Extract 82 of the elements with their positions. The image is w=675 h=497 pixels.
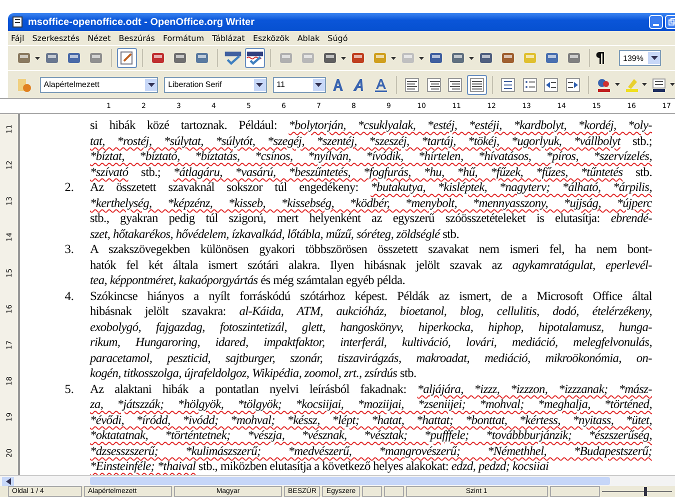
paint-color-icon [596, 76, 612, 92]
dropdown-arrow-icon[interactable] [341, 56, 346, 60]
dropdown-arrow-icon [650, 56, 658, 60]
align-lines-icon [469, 76, 486, 92]
paragraph-style-dropdown[interactable]: Alapértelmezett [40, 76, 158, 92]
dropdown-arrow-icon[interactable] [614, 83, 620, 86]
auto-spellcheck-button[interactable] [245, 48, 265, 68]
align-lines-icon [447, 76, 464, 92]
menu-item[interactable]: Táblázat [212, 34, 245, 42]
menu-item[interactable]: Ablak [297, 34, 320, 42]
dropdown-arrow-icon[interactable] [642, 83, 648, 86]
list-number: 4. [64, 288, 74, 304]
indent-icon [565, 76, 582, 92]
align-button[interactable] [467, 74, 488, 94]
zoom-dropdown[interactable]: 139% [619, 50, 661, 66]
window-title: msoffice-openoffice.odt - OpenOffice.org Writer [28, 16, 254, 28]
dropdown-arrow-icon [256, 82, 264, 86]
text-line: A szakszövegekben különösen gyakori többszörösen összetett szavakat nem ismeri fel, ha nem bont- [90, 242, 652, 258]
status-bar-panel [384, 486, 404, 497]
underlined-a-icon [373, 76, 390, 92]
dropdown-arrow-icon[interactable] [35, 56, 40, 60]
text-line: hibásnak jelölt szavakra: al-Káida, ATM, aukcióház, bioetanol, blog, cellulitis, dodó, ételérzékeny, [90, 304, 652, 320]
text-line: Az összetett szavaknál sokszor túl engedékeny: *butakutya, *kisléptek, *nagyterv; *álható, *árpilis, [90, 180, 652, 196]
document-icon [12, 16, 24, 28]
pilcrow-icon[interactable] [595, 51, 605, 65]
minimize-button[interactable] [649, 15, 663, 29]
text-line: szet, hőtakarékos, hővédelem, ízkavalkád, lőtábla, műzű, sóréteg, zöldséglé stb. [90, 226, 460, 242]
horizontal-scrollbar[interactable] [0, 475, 675, 486]
text-line: *oktatatnak, *történtetnek; *vészja, *vésznak, *vésztak; *pufffele; *továbbburjánzik; *észszerűség, [90, 428, 652, 444]
menu-item[interactable]: Nézet [88, 34, 111, 42]
pencil-page-icon [119, 50, 135, 66]
align-lines-icon [426, 76, 442, 92]
page-fill-icon [651, 76, 668, 92]
styles-icon [16, 76, 32, 92]
text-line: *szívató stb.; *átlagáru, *vasárú, *beszűntetés, *fogfurás, *hu, *hű, *fűzek, *fűzes, *tűntetés stb. [90, 164, 652, 180]
text-line: Az alaktani hibák a pontatlan nyelvi leírásból fakadnak: *aljájára, *izzz, *izzzon, *izzzanak; *mász- [90, 382, 652, 397]
menu-item[interactable]: Súgó [328, 34, 348, 42]
dropdown-arrow-icon[interactable] [419, 56, 424, 60]
dropdown-arrow-icon [148, 82, 155, 86]
text-line: stb., gyakran pedig túl szigorú, mert helyenként az egyszerű szóösszetételeket is elutasítja: ebrendé- [90, 211, 652, 226]
menu-item[interactable]: Formátum [162, 34, 204, 42]
font-name-dropdown[interactable]: Liberation Serif [164, 76, 267, 92]
text-line: *kerthelység, *képzénz, *kisseb, *kissebség, *ködbér, *menybolt, *mennyasszony, *ujjság, *újperc [90, 196, 652, 211]
status-bar-panel [550, 486, 600, 497]
dropdown-arrow-icon[interactable] [391, 56, 396, 60]
text-line: tat, *rostéj, *súlytat, *súlytót, *szegéj, *szentéj, *szeszéj, *tartáj, *tökéj, *ugorlyuk, *vállbolyt stb.; [90, 134, 652, 149]
text-line: hatók fel két általa ismert szótári alakra. Ilyen hibásnak jelölt szavak az agykamratágulat, eperlevél- [90, 258, 652, 273]
text-line: *évődi, *íródd, *ivódd; *mohval; *késsz, *lépt; *hatat, *hattat; *bonttat, *kértess, *nyitass, *ütet, [90, 412, 652, 428]
restore-button[interactable] [665, 15, 675, 29]
wavy-checkmark-icon [246, 50, 264, 66]
outdent-icon [543, 76, 560, 92]
menu-item[interactable]: Eszközök [252, 34, 290, 42]
text-line: *Einsteinféle; *thaival stb., miközben elutasítja a következő helyes alakokat: edzd, pedzd; kocsiiai [90, 459, 550, 474]
text-line: paracetamol, peszticid, sajtburger, szonár, tiszavirágzás, makroadat, mediáció, mikroökonómia, on- [90, 350, 652, 366]
dropdown-arrow-icon [315, 82, 322, 86]
list-icon [500, 76, 516, 92]
text-line: *dzsesszszerű; *kulimászszerű; *medvészerű, *mangrovészerű; *Némethhel, *Budapestszerű; [90, 444, 652, 459]
status-bar-panel [362, 486, 382, 497]
list-number: 5. [64, 382, 74, 397]
text-line: za, *játszzák; *hölgyök, *tölgyök; *kocsiijai, *moziijai, *zseniijei; *mohval; *meghalja, *történed, [90, 397, 652, 412]
list-number: 3. [64, 242, 74, 258]
text-line: kogén, titkosszolga, újrafeldolgoz, Wikipédia, zoomol, zrt., zsírdús stb. [90, 366, 418, 382]
text-line: exobolygó, fajgazdag, fotoszintetizál, glett, hangoskönyv, hiperkocka, hiphop, hipotalamusz, hunga- [90, 320, 652, 335]
list-number: 2. [64, 180, 74, 196]
text-line: Szókincse hiányos a nyílt forráskódú szótárhoz képest. Példák az ismert, de a Microsoft Office által [90, 288, 652, 304]
restore-icon [668, 18, 675, 26]
scroll-left-icon[interactable] [6, 478, 10, 484]
edit-mode-button[interactable] [117, 48, 137, 68]
menu-item[interactable]: Beszúrás [118, 34, 155, 42]
menu-item[interactable]: Fájl [11, 34, 24, 42]
highlighter-icon [624, 76, 640, 92]
menu-item[interactable]: Szerkesztés [32, 34, 80, 42]
text-line: tea, képpontméret, kakaóporgyártás és még számtalan egyéb példa. [90, 273, 406, 288]
font-size-dropdown[interactable]: 11 [272, 76, 326, 92]
dropdown-arrow-icon[interactable] [469, 56, 474, 60]
text-line: si hibák közé tartoznak. Például: *bolytorján, *csuklyalak, *estéj, *estéji, *kardbolyt, *kordéj, *oly- [90, 118, 652, 134]
checkmark-icon [224, 50, 242, 66]
bullet-list-icon [522, 76, 538, 92]
text-line: *bíztat, *bíztató, *bíztatás, *csínos, *nyílván, *ívódik, *hírtelen, *hívatásos, *píros, *szervízelés, [90, 149, 652, 164]
dropdown-arrow-icon[interactable] [670, 83, 675, 86]
text-line: rikum, Hungaroring, idared, impaktfaktor, interferál, kultiváció, lovári, mediáció, melegfelvonulás, [90, 335, 652, 350]
align-lines-icon [404, 76, 420, 92]
